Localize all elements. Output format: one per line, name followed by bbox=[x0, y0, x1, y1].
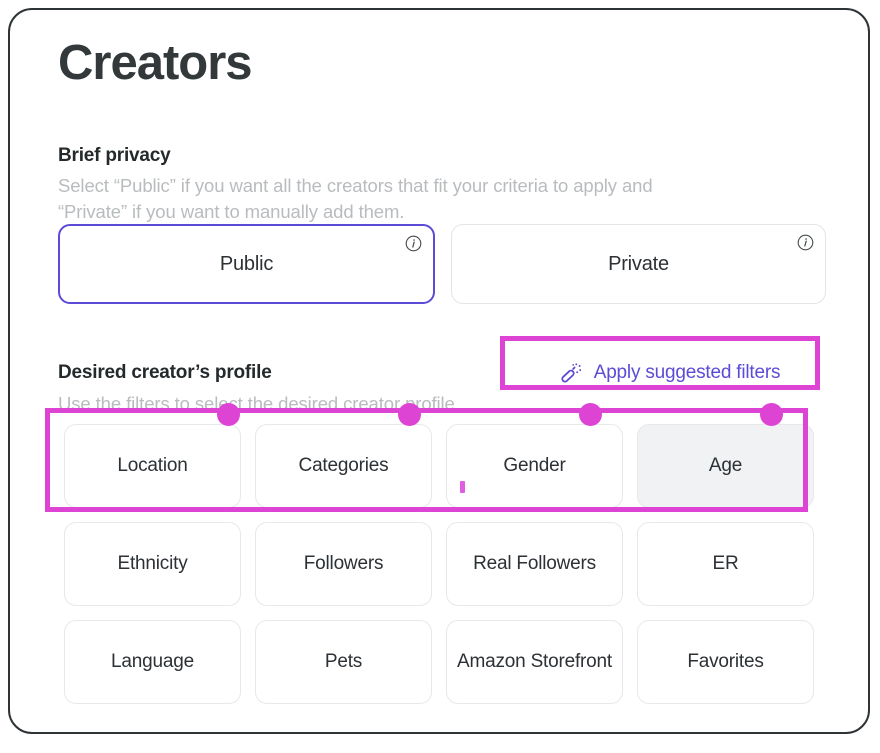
desired-profile-description: Use the filters to select the desired cr… bbox=[58, 393, 460, 414]
filter-chip-label: Amazon Storefront bbox=[456, 651, 612, 672]
filter-chip-label: Pets bbox=[324, 651, 363, 672]
filter-chip-pets[interactable]: Pets bbox=[255, 620, 432, 704]
creators-card: Creators Brief privacy Select “Public” i… bbox=[8, 8, 870, 734]
apply-suggested-filters-button[interactable]: Apply suggested filters bbox=[515, 351, 825, 395]
filter-chip-label: Categories bbox=[298, 455, 389, 476]
privacy-option-public[interactable]: Public bbox=[58, 224, 435, 304]
filter-chip-language[interactable]: Language bbox=[64, 620, 241, 704]
brief-privacy-heading: Brief privacy bbox=[58, 145, 171, 166]
filter-chip-location[interactable]: Location bbox=[64, 424, 241, 508]
privacy-option-private[interactable]: Private bbox=[451, 224, 826, 304]
filter-chip-label: Location bbox=[117, 455, 188, 476]
filter-chip-categories[interactable]: Categories bbox=[255, 424, 432, 508]
privacy-option-private-label: Private bbox=[608, 252, 669, 275]
filter-chip-followers[interactable]: Followers bbox=[255, 522, 432, 606]
privacy-option-row: Public Private bbox=[58, 224, 826, 304]
filter-chip-label: Favorites bbox=[687, 651, 764, 672]
filter-chip-label: Age bbox=[708, 455, 743, 476]
filter-chip-favorites[interactable]: Favorites bbox=[637, 620, 814, 704]
magic-wand-icon bbox=[560, 361, 584, 385]
filter-chip-label: Real Followers bbox=[473, 553, 596, 574]
info-circle-icon[interactable] bbox=[797, 234, 814, 251]
filter-chip-gender[interactable]: Gender bbox=[446, 424, 623, 508]
filter-chip-label: Followers bbox=[303, 553, 384, 574]
filter-chip-er[interactable]: ER bbox=[637, 522, 814, 606]
filter-chip-label: Gender bbox=[503, 455, 566, 476]
filter-chip-label: ER bbox=[712, 553, 739, 574]
filter-chip-ethnicity[interactable]: Ethnicity bbox=[64, 522, 241, 606]
screenshot-root: Creators Brief privacy Select “Public” i… bbox=[0, 0, 880, 753]
desired-profile-heading: Desired creator’s profile bbox=[58, 362, 272, 383]
brief-privacy-description: Select “Public” if you want all the crea… bbox=[58, 175, 653, 222]
filter-chip-amazon-storefront[interactable]: Amazon Storefront bbox=[446, 620, 623, 704]
creator-filters-grid: Location Categories Gender Age Ethnicity… bbox=[64, 424, 814, 704]
privacy-option-public-label: Public bbox=[219, 252, 274, 275]
filter-chip-label: Ethnicity bbox=[117, 553, 188, 574]
filter-chip-age[interactable]: Age bbox=[637, 424, 814, 508]
apply-suggested-filters-label: Apply suggested filters bbox=[593, 362, 781, 383]
filter-chip-real-followers[interactable]: Real Followers bbox=[446, 522, 623, 606]
page-title: Creators bbox=[58, 36, 253, 90]
info-circle-icon[interactable] bbox=[405, 235, 422, 252]
filter-chip-label: Language bbox=[111, 651, 194, 672]
